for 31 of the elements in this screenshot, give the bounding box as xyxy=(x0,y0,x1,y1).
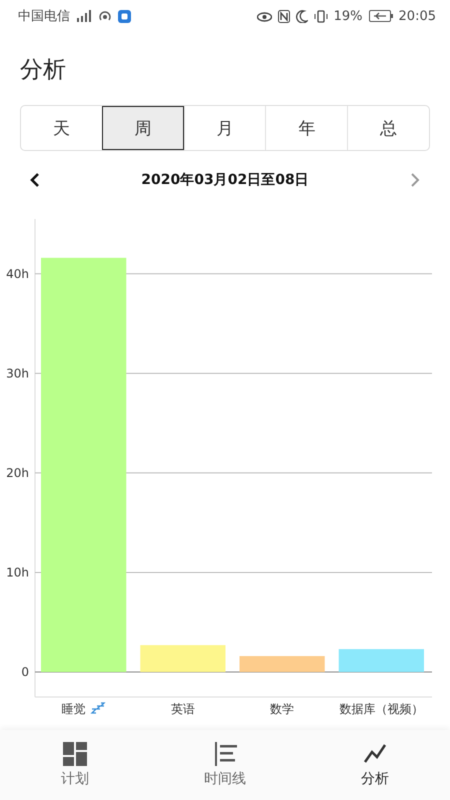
next-icon[interactable] xyxy=(410,172,420,188)
moon-icon xyxy=(296,10,308,22)
date-range: 2020年03月02日至08日 xyxy=(141,171,309,189)
axis-label: 20h xyxy=(6,466,29,480)
dashboard-icon xyxy=(63,742,87,766)
previous-icon[interactable] xyxy=(30,172,40,188)
axis-label: 30h xyxy=(6,366,29,380)
vibrate-icon xyxy=(314,10,328,22)
nav-tab[interactable]: 时间线 xyxy=(150,730,300,800)
signal-icon xyxy=(76,10,92,22)
hotspot-icon xyxy=(98,9,112,23)
category-label: 英语 xyxy=(170,702,195,716)
category-label: 数据库（视频） xyxy=(339,702,424,716)
battery-percent: 19% xyxy=(334,8,363,24)
category-label: 睡觉 xyxy=(62,702,86,716)
eye-icon xyxy=(256,10,272,22)
carrier-name: 中国电信 xyxy=(18,8,70,25)
period-tab[interactable]: 周 xyxy=(102,106,184,150)
page-title: 分析 xyxy=(20,56,67,85)
app-icon xyxy=(118,10,131,22)
clock: 20:05 xyxy=(398,8,436,24)
nfc-icon xyxy=(278,10,290,22)
battery-icon xyxy=(368,10,393,22)
axis-label: 0 xyxy=(21,665,29,679)
nav-tab[interactable]: 分析 xyxy=(300,730,450,800)
sleep-zzz-icon xyxy=(90,702,106,714)
axis-label: 40h xyxy=(6,266,29,281)
nav-tab[interactable]: 计划 xyxy=(0,730,150,800)
timeline-icon xyxy=(213,742,237,766)
category-label: 数学 xyxy=(270,702,294,716)
axis-label: 10h xyxy=(6,565,29,580)
